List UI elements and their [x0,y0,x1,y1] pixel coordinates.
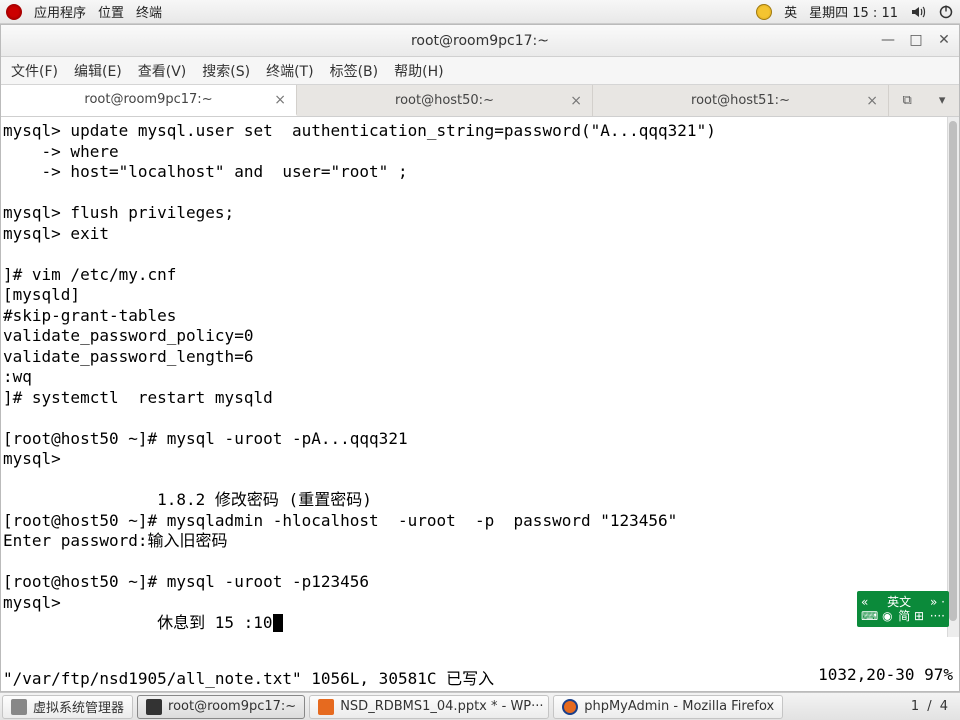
terminal-content: mysql> update mysql.user set authenticat… [1,117,959,634]
cursor [273,614,283,632]
taskbar: 虚拟系统管理器 root@room9pc17:~ NSD_RDBMS1_04.p… [0,692,960,720]
window-titlebar[interactable]: root@room9pc17:~ — □ ✕ [1,25,959,57]
menu-tabs[interactable]: 标签(B) [330,61,379,81]
menu-terminal[interactable]: 终端 [136,2,162,21]
task-label: root@room9pc17:~ [168,699,296,714]
power-icon[interactable] [938,4,954,20]
menubar: 文件(F) 编辑(E) 查看(V) 搜索(S) 终端(T) 标签(B) 帮助(H… [1,57,959,85]
new-tab-icon[interactable]: ⧉ [903,93,912,108]
tab-label: root@room9pc17:~ [84,92,212,107]
clock[interactable]: 星期四 15 : 11 [809,2,898,21]
tab-extras: ⧉ ▾ [889,85,959,116]
tab-close-icon[interactable]: × [570,93,582,109]
menu-view[interactable]: 查看(V) [138,61,187,81]
task-firefox[interactable]: phpMyAdmin - Mozilla Firefox [553,695,783,719]
vim-status-right: 1032,20-30 97% [818,665,953,689]
tab-close-icon[interactable]: × [866,93,878,109]
tab-label: root@host50:~ [395,93,494,108]
workspace-switcher[interactable]: 1 / 4 [901,699,960,714]
ime-simplified: 简 ⊞ [898,609,924,623]
volume-icon[interactable] [910,4,926,20]
ime-prev-icon[interactable]: « [861,595,868,609]
ime-indicator[interactable]: 英 [784,2,797,21]
ime-lang: 英文 [887,595,911,609]
terminal-icon [146,699,162,715]
tab-label: root@host51:~ [691,93,790,108]
close-button[interactable]: ✕ [935,31,953,49]
notification-icon[interactable] [756,4,772,20]
distro-logo-icon[interactable] [6,4,22,20]
tab-1[interactable]: root@room9pc17:~ × [1,85,297,116]
tab-3[interactable]: root@host51:~ × [593,85,889,116]
wps-icon [318,699,334,715]
maximize-button[interactable]: □ [907,31,925,49]
task-vmm[interactable]: 虚拟系统管理器 [2,695,133,719]
tab-close-icon[interactable]: × [274,92,286,108]
scrollbar[interactable] [947,117,959,637]
menu-search[interactable]: 搜索(S) [202,61,250,81]
scroll-thumb[interactable] [949,121,957,621]
vim-status-line: "/var/ftp/nsd1905/all_note.txt" 1056L, 3… [1,665,959,691]
terminal-window: root@room9pc17:~ — □ ✕ 文件(F) 编辑(E) 查看(V)… [0,24,960,692]
vmm-icon [11,699,27,715]
desktop-topbar: 应用程序 位置 终端 英 星期四 15 : 11 [0,0,960,24]
menu-places[interactable]: 位置 [98,2,124,21]
ime-keyboard-icon[interactable]: ⌨ ◉ [861,609,893,623]
task-label: NSD_RDBMS1_04.pptx * - WP··· [340,699,543,714]
vim-status-left: "/var/ftp/nsd1905/all_note.txt" 1056L, 3… [3,665,494,689]
menu-file[interactable]: 文件(F) [11,61,58,81]
ime-floating-badge[interactable]: « 英文 » · ⌨ ◉ 简 ⊞ ···· [857,591,949,627]
terminal-area[interactable]: mysql> update mysql.user set authenticat… [1,117,959,691]
menu-edit[interactable]: 编辑(E) [74,61,122,81]
menu-applications[interactable]: 应用程序 [34,2,86,21]
ime-more-icon[interactable]: ···· [930,609,945,623]
minimize-button[interactable]: — [879,31,897,49]
menu-terminal[interactable]: 终端(T) [266,61,313,81]
tabbar: root@room9pc17:~ × root@host50:~ × root@… [1,85,959,117]
tab-2[interactable]: root@host50:~ × [297,85,593,116]
task-label: 虚拟系统管理器 [33,697,124,716]
task-terminal[interactable]: root@room9pc17:~ [137,695,305,719]
task-label: phpMyAdmin - Mozilla Firefox [584,699,774,714]
firefox-icon [562,699,578,715]
window-title: root@room9pc17:~ [411,33,549,49]
tab-menu-icon[interactable]: ▾ [939,93,946,108]
ime-next-icon[interactable]: » · [930,595,945,609]
menu-help[interactable]: 帮助(H) [394,61,443,81]
task-wps[interactable]: NSD_RDBMS1_04.pptx * - WP··· [309,695,549,719]
